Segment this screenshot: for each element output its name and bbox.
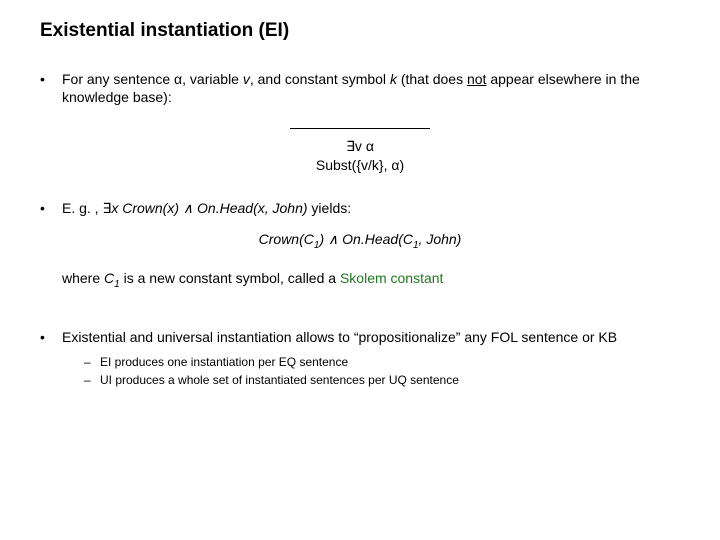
where-pre: where (62, 270, 104, 286)
f-o1: (C (299, 231, 314, 247)
where-mid: is a new constant symbol, called a (120, 270, 340, 286)
b2-p1: (x) ∧ (163, 200, 197, 216)
b2-p2: (x, John) (253, 200, 307, 216)
bullet-1-text: For any sentence α, variable v, and cons… (62, 70, 680, 106)
bullet-3-text: Existential and universal instantiation … (62, 328, 680, 346)
b2-post: yields: (308, 200, 352, 216)
b1-v: v (243, 71, 250, 87)
dash-icon: – (84, 372, 100, 388)
b1-mid1: , and constant symbol (250, 71, 390, 87)
b2-onhead: On.Head (197, 200, 253, 216)
rule-premise: ∃v α (346, 138, 374, 154)
bullet-dot: • (40, 328, 62, 346)
f-c2: , John) (419, 231, 462, 247)
bullet-1: • For any sentence α, variable v, and co… (40, 70, 680, 106)
sub-1-text: EI produces one instantiation per EQ sen… (100, 354, 680, 370)
b1-not: not (467, 71, 486, 87)
b1-pre: For any sentence α, variable (62, 71, 243, 87)
skolem-constant-term: Skolem constant (340, 270, 444, 286)
inference-rule: ∃v α Subst({v/k}, α) (40, 118, 680, 175)
f-crown: Crown (259, 231, 299, 247)
slide: Existential instantiation (EI) • For any… (0, 0, 720, 408)
example-formula: Crown(C1) ∧ On.Head(C1, John) (40, 231, 680, 251)
bullet-2-text: E. g. , ∃x Crown(x) ∧ On.Head(x, John) y… (62, 199, 680, 217)
f-o2: (C (398, 231, 413, 247)
b2-pre: E. g. , ∃ (62, 200, 111, 216)
where-clause: where C1 is a new constant symbol, calle… (62, 269, 680, 294)
slide-title: Existential instantiation (EI) (40, 20, 680, 42)
sub-bullet-1: – EI produces one instantiation per EQ s… (84, 354, 680, 370)
bullet-3: • Existential and universal instantiatio… (40, 328, 680, 346)
rule-conclusion: Subst({v/k}, α) (316, 157, 404, 173)
f-onhead: On.Head (342, 231, 398, 247)
spacer (40, 294, 680, 328)
b1-k: k (390, 71, 397, 87)
dash-icon: – (84, 354, 100, 370)
sub-2-text: UI produces a whole set of instantiated … (100, 372, 680, 388)
f-c1: ) ∧ (319, 231, 342, 247)
bullet-dot: • (40, 70, 62, 88)
b1-mid2: (that does (397, 71, 467, 87)
b2-crown: Crown (118, 200, 162, 216)
bullet-2: • E. g. , ∃x Crown(x) ∧ On.Head(x, John)… (40, 199, 680, 217)
bullet-dot: • (40, 199, 62, 217)
sub-bullet-2: – UI produces a whole set of instantiate… (84, 372, 680, 388)
rule-separator (290, 128, 430, 129)
where-c: C (104, 270, 114, 286)
